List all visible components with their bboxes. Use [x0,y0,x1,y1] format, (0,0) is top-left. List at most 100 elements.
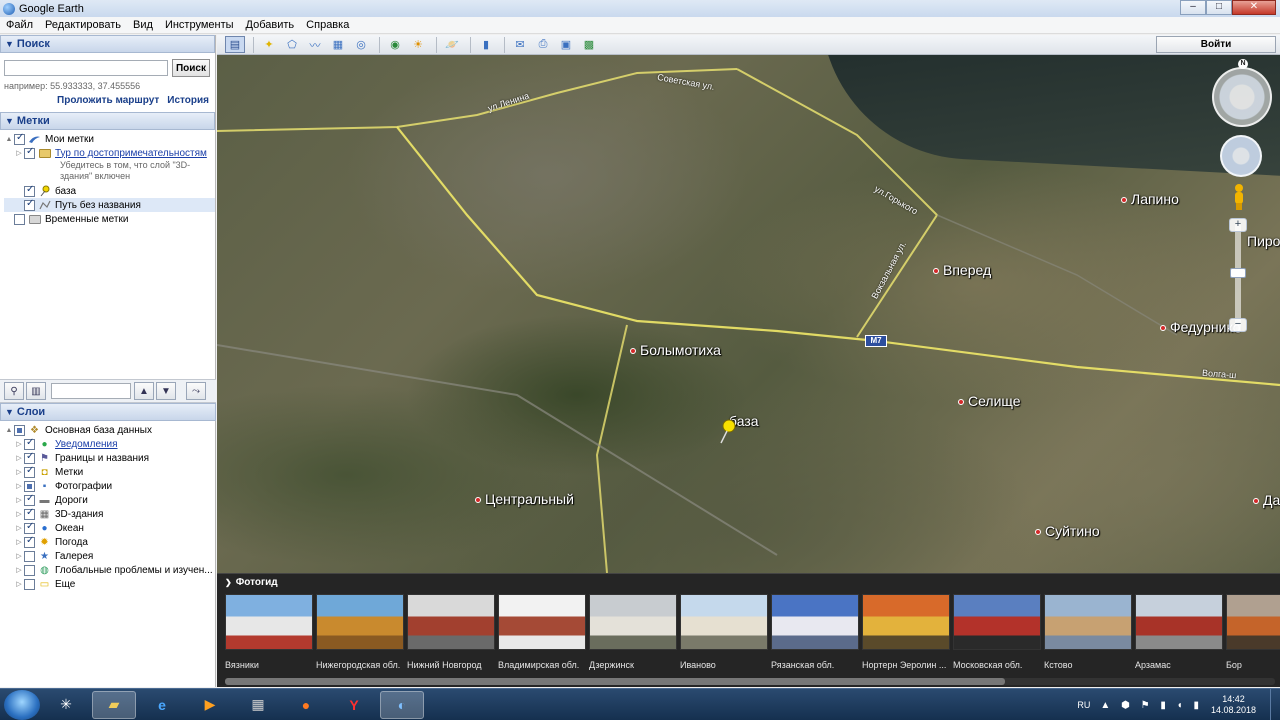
layer-checkbox[interactable] [24,521,35,534]
tour-checkbox[interactable] [24,146,35,159]
layer-checkbox[interactable] [24,465,35,478]
taskbar-explorer[interactable]: ▰ [92,690,136,719]
record-tour-button[interactable]: ◎ [351,36,371,53]
place-label-suitino[interactable]: Суйтино [1035,523,1100,539]
photo-thumbnail[interactable]: Кстово [1044,594,1132,670]
taskbar-media-player[interactable]: ▶ [188,691,232,719]
places-panel-header[interactable]: ▼ Метки [0,112,215,130]
photo-thumbnail-image[interactable] [498,594,586,650]
layer-checkbox[interactable] [24,550,35,562]
photo-thumbnail-image[interactable] [589,594,677,650]
photo-thumbnail-image[interactable] [862,594,950,650]
tree-item-unnamed-path[interactable]: Путь без названия [4,198,215,212]
place-label-da[interactable]: Да [1253,492,1280,508]
expand-icon[interactable]: ▷ [14,454,24,462]
scrollbar-thumb[interactable] [225,678,1005,685]
layer-checkbox[interactable] [24,564,35,576]
view-in-maps-button[interactable]: ▩ [579,36,599,53]
layer-item[interactable]: ▷ ▪ Фотографии [4,479,216,493]
show-desktop-button[interactable] [1270,689,1280,720]
expand-icon[interactable]: ▲ [4,427,14,434]
photo-thumbnail-image[interactable] [1135,594,1223,650]
place-label-bolymotikha[interactable]: Болымотиха [630,342,721,358]
move-down-button[interactable]: ▼ [156,382,176,400]
taskbar-firefox[interactable]: ● [284,691,328,719]
tree-item-my-places[interactable]: ▲ Мои метки [4,132,215,146]
layer-item[interactable]: ▷ ▭ Еще [4,577,216,591]
photo-thumbnail-image[interactable] [225,594,313,650]
photo-thumbnail[interactable]: Нортерн Эеролин ... [862,594,950,670]
photo-thumbnail-image[interactable] [407,594,495,650]
search-button[interactable]: Поиск [172,59,210,77]
expand-icon[interactable]: ▷ [14,580,24,588]
photo-guide-header[interactable]: ❯ Фотогид [217,574,1280,590]
add-polygon-button[interactable]: ⬠ [282,36,302,53]
base-checkbox[interactable] [24,184,35,197]
layer-checkbox[interactable] [24,578,35,590]
expand-icon[interactable]: ▷ [14,149,24,157]
menu-add[interactable]: Добавить [240,19,301,31]
add-placemark-button[interactable]: ✦ [259,36,279,53]
language-indicator[interactable]: RU [1077,700,1090,710]
expand-icon[interactable]: ▲ [4,136,14,143]
login-button[interactable]: Войти [1156,36,1276,53]
menu-edit[interactable]: Редактировать [39,19,127,31]
expand-icon[interactable]: ▷ [14,566,24,574]
zoom-slider-knob[interactable] [1230,268,1246,278]
taskbar-google-earth[interactable]: ◐ [380,690,424,719]
add-overlay-button[interactable]: ▦ [328,36,348,53]
clock[interactable]: 14:42 14.08.2018 [1211,694,1256,716]
sidebar-toggle-button[interactable]: ▤ [225,36,245,53]
layer-item[interactable]: ▷ ⚑ Границы и названия [4,451,216,465]
photo-thumbnail[interactable]: Нижний Новгород [407,594,495,670]
layer-checkbox[interactable] [24,480,35,492]
photo-thumbnail[interactable]: Арзамас [1135,594,1223,670]
photo-thumbnail[interactable]: Владимирская обл. [498,594,586,670]
layer-item[interactable]: ▷ ▦ 3D-здания [4,507,216,521]
map-view[interactable]: ул.Ленина Советская ул. ул.Горького Вокз… [217,55,1280,573]
layer-checkbox[interactable] [24,451,35,464]
path-checkbox[interactable] [24,198,35,211]
add-path-button[interactable]: 〰 [305,36,325,53]
zoom-slider[interactable] [1235,223,1241,333]
expand-icon[interactable]: ▷ [14,440,24,448]
zoom-in-button[interactable]: + [1229,218,1247,232]
zoom-out-button[interactable]: − [1229,318,1247,332]
switch-planet-button[interactable]: 🪐 [442,36,462,53]
historical-imagery-button[interactable]: ◉ [385,36,405,53]
layers-panel-header[interactable]: ▼ Слои [0,403,216,421]
layer-item[interactable]: ▷ ◘ Метки [4,465,216,479]
expand-icon[interactable]: ▷ [14,496,24,504]
temporary-places-checkbox[interactable] [14,213,25,225]
print-button[interactable]: ⎙ [533,36,553,53]
place-label-vpered[interactable]: Вперед [933,262,991,278]
layer-label[interactable]: Уведомления [55,439,118,450]
history-link[interactable]: История [167,95,209,106]
maximize-button[interactable]: □ [1206,0,1232,15]
email-button[interactable]: ✉ [510,36,530,53]
place-label-lapino[interactable]: Лапино [1121,191,1179,207]
start-button[interactable] [4,689,40,720]
layer-checkbox[interactable] [24,437,35,450]
photo-thumbnail[interactable]: Иваново [680,594,768,670]
sunlight-button[interactable]: ☀ [408,36,428,53]
taskbar-calculator[interactable]: ▦ [236,691,280,719]
taskbar-internet-explorer[interactable]: e [140,691,184,719]
menu-view[interactable]: Вид [127,19,159,31]
taskbar-system-icon[interactable]: ✳ [44,691,88,719]
search-panel-header[interactable]: ▼ Поиск [0,35,215,53]
toggle-view-button[interactable]: ▥ [26,382,46,400]
photo-thumbnail-image[interactable] [771,594,859,650]
my-places-checkbox[interactable] [14,132,25,145]
layer-checkbox[interactable] [24,507,35,520]
photo-thumbnail[interactable]: Вязники [225,594,313,670]
expand-icon[interactable]: ▷ [14,538,24,546]
tour-link[interactable]: Тур по достопримечательностям [55,148,207,159]
photo-thumbnail-image[interactable] [953,594,1041,650]
tree-item-sightseeing-tour[interactable]: ▷ Тур по достопримечательностям [4,146,215,160]
ruler-button[interactable]: ▮ [476,36,496,53]
layer-item[interactable]: ▷ ▬ Дороги [4,493,216,507]
menu-help[interactable]: Справка [300,19,355,31]
expand-icon[interactable]: ▷ [14,552,24,560]
expand-icon[interactable]: ▷ [14,482,24,490]
